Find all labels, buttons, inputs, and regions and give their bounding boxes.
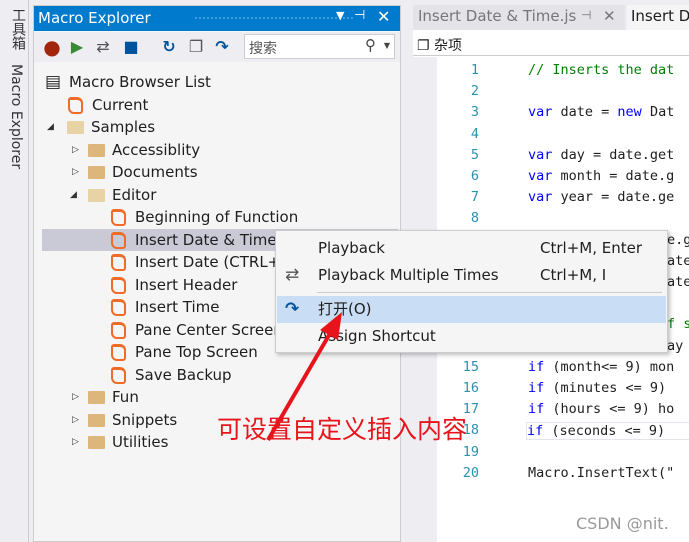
watermark: CSDN @nit. [576, 514, 669, 533]
annotation-arrow [266, 312, 342, 442]
annotation-text: 可设置自定义插入内容 [217, 415, 468, 444]
arrow-head [320, 312, 342, 340]
